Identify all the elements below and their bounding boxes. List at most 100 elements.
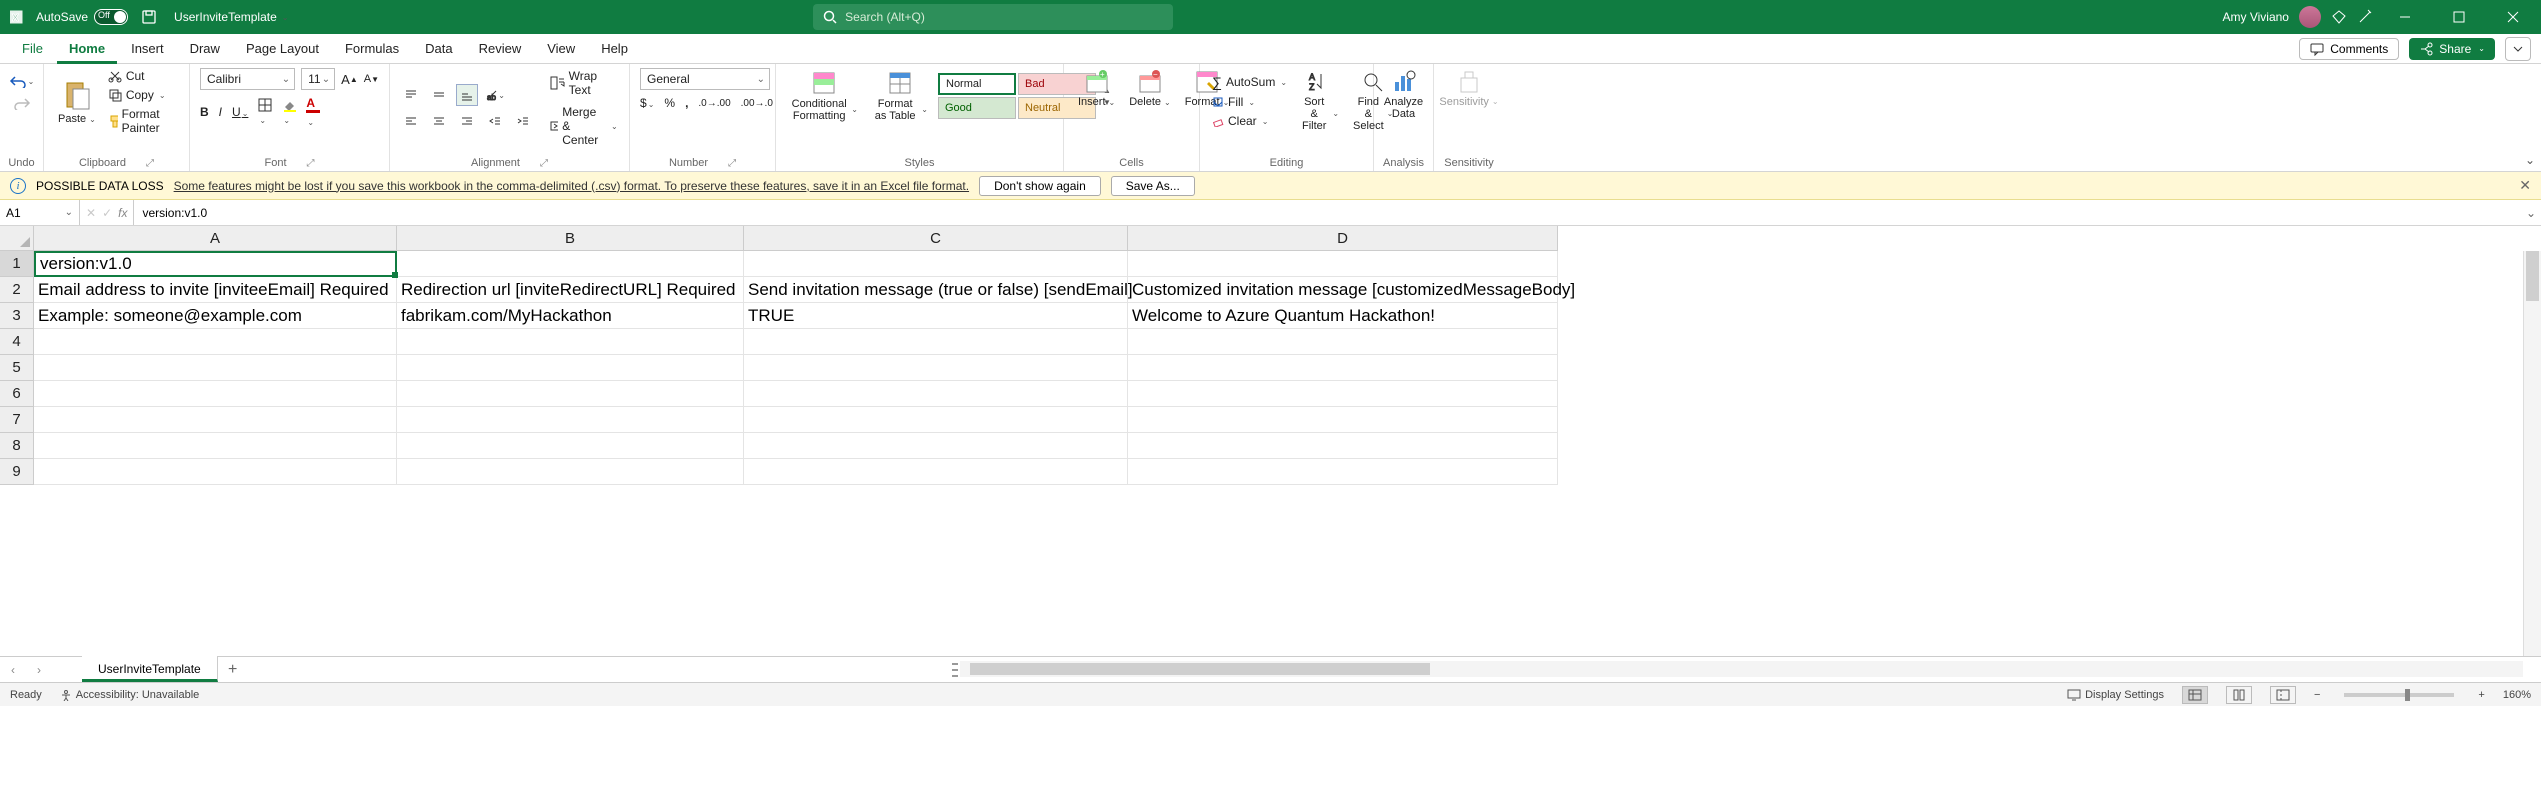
cell-D5[interactable]: [1128, 355, 1558, 381]
row-header-4[interactable]: 4: [0, 329, 34, 355]
tab-view[interactable]: View: [535, 34, 587, 64]
cell-C8[interactable]: [744, 433, 1128, 459]
row-header-3[interactable]: 3: [0, 303, 34, 329]
align-right[interactable]: [456, 110, 478, 132]
cut-button[interactable]: Cut: [106, 68, 179, 84]
dont-show-again-button[interactable]: Don't show again: [979, 176, 1101, 196]
copy-button[interactable]: Copy⌄: [106, 87, 179, 103]
align-left[interactable]: [400, 110, 422, 132]
close-button[interactable]: [2491, 0, 2535, 34]
cell-D7[interactable]: [1128, 407, 1558, 433]
underline-button[interactable]: U⌄: [232, 105, 248, 119]
ribbon-options-button[interactable]: [2505, 37, 2531, 61]
cell-A7[interactable]: [34, 407, 397, 433]
tab-file[interactable]: File: [10, 34, 55, 64]
share-button[interactable]: Share ⌄: [2409, 38, 2495, 60]
vertical-scrollbar[interactable]: [2523, 251, 2541, 656]
formula-bar[interactable]: version:v1.0: [134, 206, 2521, 220]
tab-help[interactable]: Help: [589, 34, 640, 64]
row-header-1[interactable]: 1: [0, 251, 34, 277]
cell-B6[interactable]: [397, 381, 744, 407]
msgbar-close[interactable]: ✕: [2519, 177, 2531, 194]
decrease-decimal[interactable]: .00→.0: [741, 98, 773, 109]
cell-B1[interactable]: [397, 251, 744, 277]
format-painter-button[interactable]: Format Painter: [106, 106, 179, 136]
cell-A1[interactable]: version:v1.0: [34, 251, 397, 277]
decrease-indent[interactable]: [484, 110, 506, 132]
increase-font-icon[interactable]: A▲: [341, 72, 358, 87]
number-format-combo[interactable]: General: [640, 68, 770, 90]
status-accessibility[interactable]: Accessibility: Unavailable: [60, 689, 200, 701]
cell-B4[interactable]: [397, 329, 744, 355]
cell-C2[interactable]: Send invitation message (true or false) …: [744, 277, 1128, 303]
view-page-layout[interactable]: [2226, 686, 2252, 704]
insert-cells-button[interactable]: +Insert⌄: [1074, 68, 1119, 110]
comments-button[interactable]: Comments: [2299, 38, 2399, 60]
formula-expand[interactable]: ⌄: [2521, 206, 2541, 220]
merge-center-button[interactable]: Merge & Center⌄: [548, 104, 620, 148]
cell-B2[interactable]: Redirection url [inviteRedirectURL] Requ…: [397, 277, 744, 303]
autosum-button[interactable]: ∑AutoSum⌄: [1210, 73, 1289, 91]
username[interactable]: Amy Viviano: [2222, 10, 2288, 24]
font-launcher[interactable]: ⤢: [307, 158, 315, 169]
column-header-D[interactable]: D: [1128, 226, 1558, 251]
cell-B8[interactable]: [397, 433, 744, 459]
cell-C7[interactable]: [744, 407, 1128, 433]
redo-button[interactable]: [13, 96, 31, 110]
row-header-8[interactable]: 8: [0, 433, 34, 459]
cell-D9[interactable]: [1128, 459, 1558, 485]
tab-home[interactable]: Home: [57, 34, 117, 64]
cell-D6[interactable]: [1128, 381, 1558, 407]
add-sheet-button[interactable]: +: [218, 661, 248, 679]
row-header-7[interactable]: 7: [0, 407, 34, 433]
avatar[interactable]: [2299, 6, 2321, 28]
cell-C5[interactable]: [744, 355, 1128, 381]
align-top[interactable]: [400, 84, 422, 106]
cell-A3[interactable]: Example: someone@example.com: [34, 303, 397, 329]
tab-data[interactable]: Data: [413, 34, 464, 64]
cell-A8[interactable]: [34, 433, 397, 459]
cell-D8[interactable]: [1128, 433, 1558, 459]
view-normal[interactable]: [2182, 686, 2208, 704]
paste-button[interactable]: Paste⌄: [54, 77, 100, 127]
font-size-combo[interactable]: 11: [301, 68, 335, 90]
decrease-font-icon[interactable]: A▼: [364, 73, 379, 85]
cell-B5[interactable]: [397, 355, 744, 381]
clipboard-launcher[interactable]: ⤢: [146, 158, 154, 169]
sparkle-icon[interactable]: [2357, 9, 2373, 25]
number-launcher[interactable]: ⤢: [728, 158, 736, 169]
name-box[interactable]: A1: [0, 200, 80, 225]
view-page-break[interactable]: [2270, 686, 2296, 704]
border-button[interactable]: ⌄: [258, 98, 272, 126]
fx-icon[interactable]: fx: [118, 206, 127, 220]
row-header-5[interactable]: 5: [0, 355, 34, 381]
cell-B7[interactable]: [397, 407, 744, 433]
select-all-triangle[interactable]: [0, 226, 34, 251]
analyze-data-button[interactable]: Analyze Data: [1384, 68, 1423, 122]
font-name-combo[interactable]: Calibri: [200, 68, 295, 90]
sheet-splitter[interactable]: [952, 663, 958, 677]
cell-B3[interactable]: fabrikam.com/MyHackathon: [397, 303, 744, 329]
minimize-button[interactable]: [2383, 0, 2427, 34]
align-middle[interactable]: [428, 84, 450, 106]
undo-button[interactable]: ⌄: [9, 74, 35, 88]
save-as-button[interactable]: Save As...: [1111, 176, 1195, 196]
row-header-9[interactable]: 9: [0, 459, 34, 485]
wrap-text-button[interactable]: Wrap Text: [548, 68, 620, 98]
zoom-out[interactable]: −: [2314, 689, 2320, 701]
clear-button[interactable]: Clear⌄: [1210, 113, 1289, 129]
currency-button[interactable]: $⌄: [640, 96, 654, 110]
align-center[interactable]: [428, 110, 450, 132]
cell-C6[interactable]: [744, 381, 1128, 407]
cell-C3[interactable]: TRUE: [744, 303, 1128, 329]
cell-A5[interactable]: [34, 355, 397, 381]
orientation-button[interactable]: ab⌄: [484, 84, 506, 106]
format-as-table-button[interactable]: Format as Table⌄: [868, 68, 932, 124]
fill-color-button[interactable]: ⌄: [282, 98, 296, 126]
percent-button[interactable]: %: [664, 96, 675, 110]
cell-A2[interactable]: Email address to invite [inviteeEmail] R…: [34, 277, 397, 303]
align-bottom[interactable]: [456, 84, 478, 106]
cell-A6[interactable]: [34, 381, 397, 407]
style-normal[interactable]: Normal: [938, 73, 1016, 95]
delete-cells-button[interactable]: −Delete⌄: [1125, 68, 1175, 110]
